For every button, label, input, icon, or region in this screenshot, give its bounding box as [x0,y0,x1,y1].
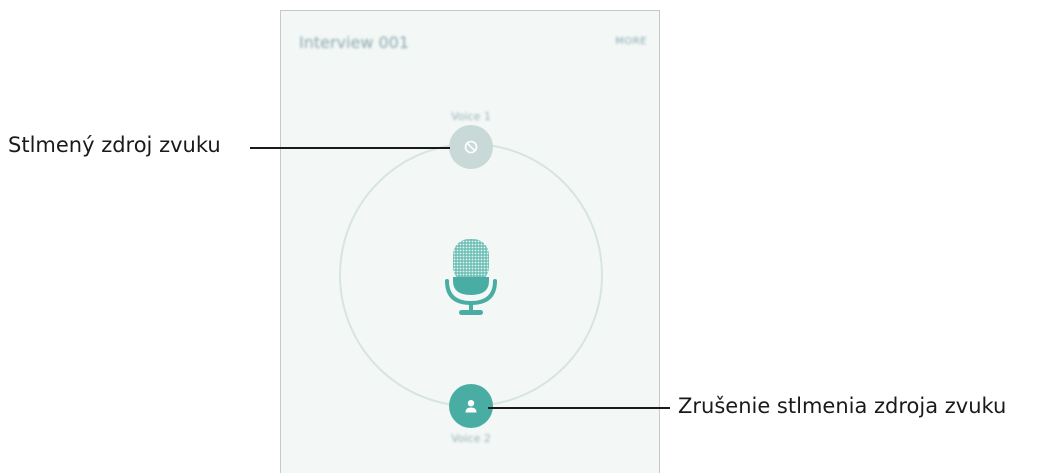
voice-2-active-button[interactable] [449,384,493,428]
more-button[interactable]: MORE [615,36,647,47]
unmute-source-annotation: Zrušenie stlmenia zdroja zvuku [678,394,1007,418]
phone-screen: Interview 001 MORE Voice 1 Voice 2 [280,10,660,473]
unmute-source-leader-line [488,407,670,409]
recording-title: Interview 001 [299,33,410,52]
muted-source-annotation: Stlmený zdroj zvuku [8,133,221,157]
muted-source-leader-line [250,147,450,149]
voice-1-label: Voice 1 [451,110,491,123]
voice-2-label: Voice 2 [451,432,491,445]
voice-1-muted-button[interactable] [449,125,493,169]
blocked-icon [464,140,478,154]
person-icon [465,400,477,413]
microphone-icon [445,239,497,315]
